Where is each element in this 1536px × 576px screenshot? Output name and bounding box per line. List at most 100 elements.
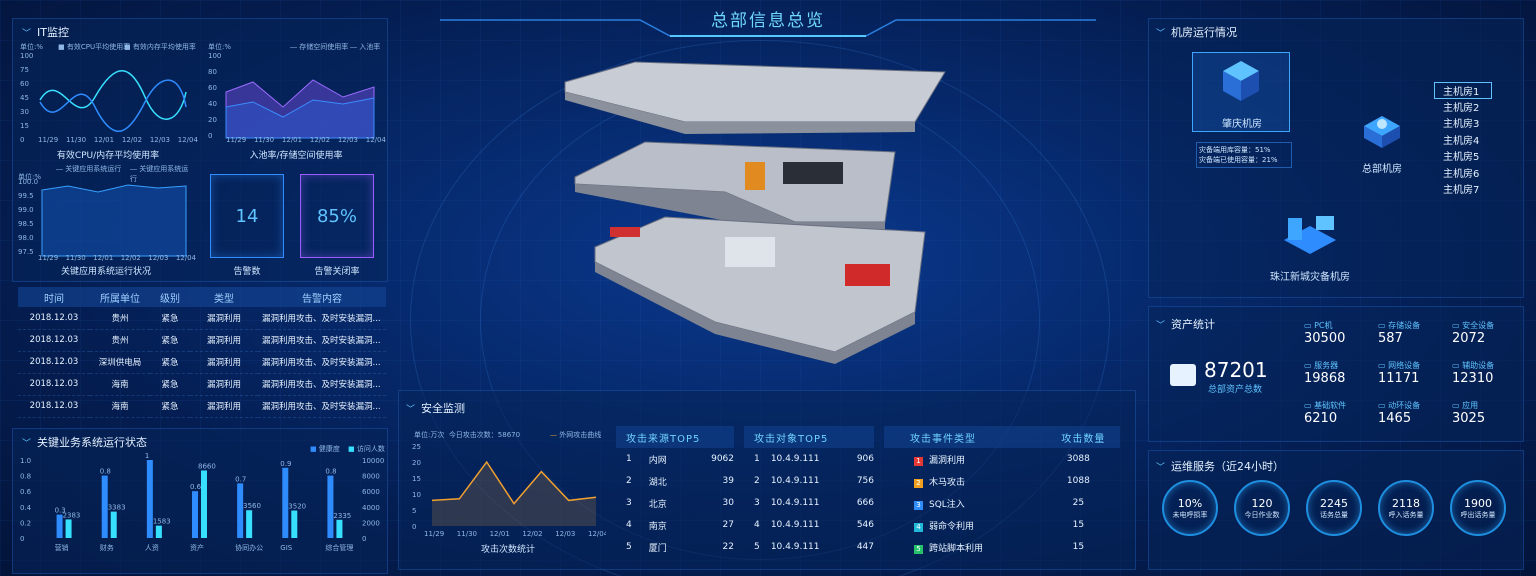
asset-item[interactable]: ▭ 动环设备 1465	[1378, 400, 1420, 426]
pool-xticks: 11/29 11/30 12/01 12/02 12/03 12/04	[226, 136, 386, 144]
attack_target-row[interactable]: 2 10.4.9.111 756	[744, 470, 874, 492]
floor-bottom	[594, 216, 926, 364]
asset-item-value: 11171	[1378, 371, 1420, 386]
bar-ytick-right: 8000	[362, 473, 380, 481]
asset-item[interactable]: ▭ 辅助设备 12310	[1452, 360, 1494, 386]
attack_source-cell: 内网	[648, 455, 667, 466]
alarm-row[interactable]: 2018.12.03 贵州 紧急 漏洞利用 漏洞利用攻击、及时安装漏洞...	[18, 307, 386, 330]
alarm-cell: 贵州	[90, 329, 150, 352]
alarm-row[interactable]: 2018.12.03 贵州 紧急 漏洞利用 漏洞利用攻击、及时安装漏洞...	[18, 329, 386, 352]
ops-ring: 10% 未电呼损率	[1162, 480, 1218, 536]
attack_target-cell: 10.4.9.111	[770, 520, 820, 530]
alarm-row[interactable]: 2018.12.03 海南 紧急 漏洞利用 漏洞利用攻击、及时安装漏洞...	[18, 395, 386, 418]
asset-item[interactable]: ▭ PC机 30500	[1304, 320, 1345, 346]
pool-ytick: 40	[208, 100, 217, 108]
ops-ring-value: 2245	[1320, 496, 1348, 510]
attack-event-row[interactable]: 4 弱命令利用 15	[884, 514, 1120, 536]
attack_source-row[interactable]: 1 内网 9062	[616, 448, 734, 470]
attack_target-row[interactable]: 3 10.4.9.111 666	[744, 492, 874, 514]
alarm-cell: 漏洞利用	[190, 329, 258, 352]
room-list-item[interactable]: 主机房6	[1434, 165, 1492, 182]
attack_target-row[interactable]: 4 10.4.9.111 546	[744, 514, 874, 536]
alarm-count-box: 14	[210, 174, 284, 258]
asset-icon: ▭	[1378, 401, 1389, 410]
zhujiang-room[interactable]: 珠江新城灾备机房	[1250, 212, 1370, 283]
alarm-cell: 漏洞利用	[190, 373, 258, 396]
it-monitor-title[interactable]: ﹀ IT监控	[22, 24, 69, 40]
asset-item[interactable]: ▭ 安全设备 2072	[1452, 320, 1494, 346]
ops-ring-label: 今日作业数	[1244, 510, 1280, 519]
alarm-close-rate-box: 85%	[300, 174, 374, 258]
bar-health-label: 0.7	[235, 475, 246, 483]
attack_source-cell: 39	[722, 476, 734, 486]
bar-ytick-right: 10000	[362, 457, 384, 465]
attack_source-row[interactable]: 4 南京 27	[616, 514, 734, 536]
sys-ytick: 98.0	[18, 234, 34, 242]
attack_source-row[interactable]: 5 厦门 22	[616, 536, 734, 558]
ops-ring-value: 1900	[1464, 496, 1492, 510]
line-xtick: 12/02	[522, 530, 542, 538]
room-list-item[interactable]: 主机房5	[1434, 148, 1492, 165]
room-list-item[interactable]: 主机房3	[1434, 115, 1492, 132]
security-title[interactable]: ﹀ 安全监测	[406, 400, 465, 416]
asset-item[interactable]: ▭ 应用 3025	[1452, 400, 1485, 426]
business-title[interactable]: ﹀ 关键业务系统运行状态	[22, 434, 147, 450]
asset-icon: ▭	[1304, 321, 1315, 330]
line-xtick: 11/30	[457, 530, 477, 538]
room-list-item[interactable]: 主机房1	[1434, 82, 1492, 99]
asset-item[interactable]: ▭ 网络设备 11171	[1378, 360, 1420, 386]
attack-event-table: 攻击事件类型 攻击数量 1 漏洞利用 3088 2 木马攻击 1088 3 SQL注入 25 4 弱…	[884, 426, 1120, 558]
asset-item[interactable]: ▭ 服务器 19868	[1304, 360, 1345, 386]
alarm-col-type: 类型	[190, 287, 258, 307]
attack-event-row[interactable]: 5 跨站脚本利用 15	[884, 536, 1120, 558]
attack_target-cell: 756	[856, 476, 874, 486]
line-ytick: 5	[412, 507, 416, 515]
bar-category-label: 综合管理	[325, 543, 353, 552]
line-xtick: 12/04	[588, 530, 606, 538]
bar-visitors	[246, 510, 253, 538]
asset-icon: ▭	[1452, 401, 1463, 410]
attack_source-row[interactable]: 2 湖北 39	[616, 470, 734, 492]
asset-item-value: 30500	[1304, 331, 1346, 346]
bar-ytick-left: 1.0	[20, 457, 31, 465]
cpu-chart-unit: 单位:%	[20, 43, 44, 51]
asset-item[interactable]: ▭ 基础软件 6210	[1304, 400, 1346, 426]
machine-room-title[interactable]: ﹀ 机房运行情况	[1156, 24, 1237, 40]
room-list-item[interactable]: 主机房4	[1434, 132, 1492, 149]
attack-target-header: 攻击对象TOP5	[744, 426, 874, 448]
attack-event-row[interactable]: 2 木马攻击 1088	[884, 470, 1120, 492]
attack-event-type: 1 漏洞利用	[884, 448, 1037, 470]
chevron-down-icon: ﹀	[1156, 28, 1166, 39]
alarm-cell: 漏洞利用攻击、及时安装漏洞...	[258, 329, 386, 352]
line-ytick: 20	[412, 459, 421, 467]
room-list-item[interactable]: 主机房2	[1434, 99, 1492, 116]
attack_source-row[interactable]: 3 北京 30	[616, 492, 734, 514]
server-hub-icon	[1364, 116, 1400, 148]
bar-category-label: GIS	[280, 544, 292, 552]
bar-health	[327, 475, 334, 538]
asset-item[interactable]: ▭ 存储设备 587	[1378, 320, 1420, 346]
cpu-chart-caption: 有效CPU/内存平均使用率	[56, 151, 160, 161]
room-list-item[interactable]: 主机房7	[1434, 181, 1492, 198]
alarm-row[interactable]: 2018.12.03 海南 紧急 漏洞利用 漏洞利用攻击、及时安装漏洞...	[18, 373, 386, 396]
asset-item-label: ▭ 存储设备	[1378, 321, 1421, 330]
asset-item-label: ▭ 动环设备	[1378, 401, 1421, 410]
attack_target-row[interactable]: 1 10.4.9.111 906	[744, 448, 874, 470]
cpu-ytick: 75	[20, 66, 29, 74]
pool-chart-unit: 单位:%	[208, 43, 232, 51]
attack_target-row[interactable]: 5 10.4.9.111 447	[744, 536, 874, 558]
bar-visitors-label: 3520	[288, 503, 306, 511]
asset-item-label: ▭ 服务器	[1304, 361, 1339, 370]
ops-title[interactable]: ﹀ 运维服务（近24小时）	[1156, 458, 1284, 474]
cpu-ytick: 0	[20, 136, 24, 144]
zhaoqing-room-card[interactable]: 肇庆机房	[1192, 52, 1290, 132]
pool-ytick: 80	[208, 68, 217, 76]
sys-ytick: 99.0	[18, 206, 34, 214]
hq-room[interactable]: 总部机房	[1352, 110, 1412, 175]
attack-event-row[interactable]: 1 漏洞利用 3088	[884, 448, 1120, 470]
ops-ring: 2245 话务总量	[1306, 480, 1362, 536]
attack-event-row[interactable]: 3 SQL注入 25	[884, 492, 1120, 514]
ops-ring-label: 未电呼损率	[1172, 510, 1208, 519]
alarm-row[interactable]: 2018.12.03 深圳供电局 紧急 漏洞利用 漏洞利用攻击、及时安装漏洞...	[18, 351, 386, 374]
assets-title[interactable]: ﹀ 资产统计	[1156, 316, 1215, 332]
